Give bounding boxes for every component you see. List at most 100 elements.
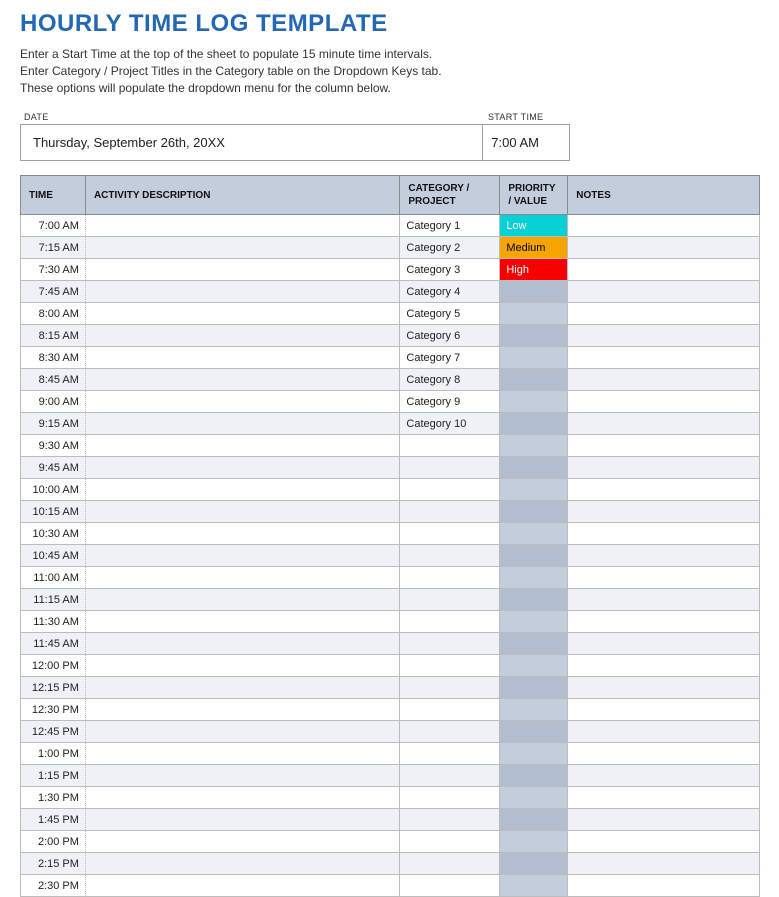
- cell-activity[interactable]: [85, 347, 399, 369]
- cell-notes[interactable]: [568, 633, 760, 655]
- cell-activity[interactable]: [85, 523, 399, 545]
- cell-category[interactable]: Category 2: [400, 237, 500, 259]
- cell-notes[interactable]: [568, 523, 760, 545]
- cell-notes[interactable]: [568, 589, 760, 611]
- cell-notes[interactable]: [568, 545, 760, 567]
- cell-category[interactable]: [400, 435, 500, 457]
- cell-notes[interactable]: [568, 391, 760, 413]
- cell-priority[interactable]: [500, 655, 568, 677]
- cell-category[interactable]: [400, 567, 500, 589]
- cell-activity[interactable]: [85, 655, 399, 677]
- cell-notes[interactable]: [568, 699, 760, 721]
- cell-priority[interactable]: High: [500, 259, 568, 281]
- cell-priority[interactable]: [500, 589, 568, 611]
- cell-notes[interactable]: [568, 853, 760, 875]
- cell-activity[interactable]: [85, 391, 399, 413]
- cell-activity[interactable]: [85, 853, 399, 875]
- cell-activity[interactable]: [85, 435, 399, 457]
- date-input[interactable]: Thursday, September 26th, 20XX: [21, 125, 483, 160]
- cell-notes[interactable]: [568, 721, 760, 743]
- cell-notes[interactable]: [568, 369, 760, 391]
- cell-notes[interactable]: [568, 347, 760, 369]
- cell-activity[interactable]: [85, 809, 399, 831]
- cell-category[interactable]: [400, 875, 500, 897]
- cell-notes[interactable]: [568, 567, 760, 589]
- cell-category[interactable]: [400, 523, 500, 545]
- cell-activity[interactable]: [85, 677, 399, 699]
- cell-priority[interactable]: Medium: [500, 237, 568, 259]
- cell-priority[interactable]: [500, 281, 568, 303]
- cell-activity[interactable]: [85, 457, 399, 479]
- cell-activity[interactable]: [85, 633, 399, 655]
- cell-category[interactable]: [400, 699, 500, 721]
- cell-category[interactable]: [400, 501, 500, 523]
- cell-priority[interactable]: [500, 545, 568, 567]
- cell-category[interactable]: Category 9: [400, 391, 500, 413]
- cell-priority[interactable]: [500, 347, 568, 369]
- cell-activity[interactable]: [85, 215, 399, 237]
- cell-category[interactable]: [400, 853, 500, 875]
- cell-activity[interactable]: [85, 281, 399, 303]
- cell-category[interactable]: [400, 831, 500, 853]
- cell-category[interactable]: [400, 611, 500, 633]
- cell-notes[interactable]: [568, 501, 760, 523]
- cell-activity[interactable]: [85, 501, 399, 523]
- cell-notes[interactable]: [568, 479, 760, 501]
- cell-category[interactable]: Category 4: [400, 281, 500, 303]
- cell-priority[interactable]: [500, 413, 568, 435]
- cell-category[interactable]: Category 10: [400, 413, 500, 435]
- cell-notes[interactable]: [568, 237, 760, 259]
- cell-priority[interactable]: [500, 633, 568, 655]
- cell-notes[interactable]: [568, 413, 760, 435]
- cell-priority[interactable]: [500, 611, 568, 633]
- cell-category[interactable]: [400, 677, 500, 699]
- cell-priority[interactable]: [500, 479, 568, 501]
- cell-priority[interactable]: [500, 787, 568, 809]
- cell-activity[interactable]: [85, 765, 399, 787]
- cell-notes[interactable]: [568, 611, 760, 633]
- cell-category[interactable]: Category 7: [400, 347, 500, 369]
- cell-category[interactable]: [400, 589, 500, 611]
- cell-priority[interactable]: [500, 457, 568, 479]
- cell-category[interactable]: Category 1: [400, 215, 500, 237]
- cell-activity[interactable]: [85, 721, 399, 743]
- cell-notes[interactable]: [568, 325, 760, 347]
- cell-activity[interactable]: [85, 259, 399, 281]
- cell-category[interactable]: [400, 479, 500, 501]
- cell-notes[interactable]: [568, 259, 760, 281]
- cell-priority[interactable]: [500, 369, 568, 391]
- cell-activity[interactable]: [85, 545, 399, 567]
- cell-priority[interactable]: [500, 677, 568, 699]
- cell-activity[interactable]: [85, 303, 399, 325]
- cell-activity[interactable]: [85, 787, 399, 809]
- cell-priority[interactable]: [500, 325, 568, 347]
- cell-notes[interactable]: [568, 831, 760, 853]
- cell-notes[interactable]: [568, 215, 760, 237]
- cell-priority[interactable]: [500, 523, 568, 545]
- cell-activity[interactable]: [85, 875, 399, 897]
- cell-priority[interactable]: [500, 303, 568, 325]
- cell-activity[interactable]: [85, 831, 399, 853]
- cell-category[interactable]: [400, 633, 500, 655]
- cell-category[interactable]: [400, 787, 500, 809]
- cell-priority[interactable]: Low: [500, 215, 568, 237]
- cell-activity[interactable]: [85, 237, 399, 259]
- cell-priority[interactable]: [500, 743, 568, 765]
- cell-category[interactable]: [400, 809, 500, 831]
- cell-notes[interactable]: [568, 787, 760, 809]
- cell-priority[interactable]: [500, 567, 568, 589]
- cell-priority[interactable]: [500, 853, 568, 875]
- start-time-input[interactable]: 7:00 AM: [483, 125, 569, 160]
- cell-category[interactable]: Category 5: [400, 303, 500, 325]
- cell-priority[interactable]: [500, 435, 568, 457]
- cell-activity[interactable]: [85, 479, 399, 501]
- cell-category[interactable]: [400, 545, 500, 567]
- cell-activity[interactable]: [85, 413, 399, 435]
- cell-notes[interactable]: [568, 875, 760, 897]
- cell-category[interactable]: [400, 457, 500, 479]
- cell-category[interactable]: [400, 765, 500, 787]
- cell-activity[interactable]: [85, 589, 399, 611]
- cell-notes[interactable]: [568, 743, 760, 765]
- cell-notes[interactable]: [568, 809, 760, 831]
- cell-priority[interactable]: [500, 831, 568, 853]
